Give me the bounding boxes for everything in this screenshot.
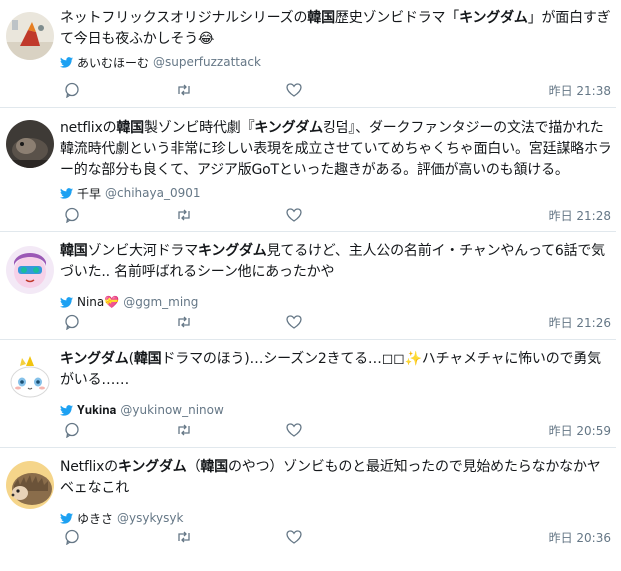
avatar[interactable] [6,352,54,400]
tweet-text: Netflixのキングダム（韓国のやつ）ゾンビものと最近知ったので見始めたらなか… [60,459,601,496]
tweet-timestamp[interactable]: 昨日 20:36 [549,529,611,546]
reply-icon[interactable] [64,207,80,223]
tweet-timestamp[interactable]: 昨日 21:38 [549,82,611,99]
tweet-actions: 昨日 20:36 [60,527,611,547]
heart-icon[interactable] [286,207,302,223]
author-name[interactable]: 𝐘𝐮𝐤𝐢𝐧𝐚 [77,403,116,418]
tweet-timestamp[interactable]: 昨日 21:26 [549,314,611,331]
twitter-bird-icon [60,404,73,416]
twitter-bird-icon [60,512,73,524]
author-name[interactable]: Nina💝 [77,295,119,309]
avatar[interactable] [6,246,54,294]
retweet-icon[interactable] [176,82,192,98]
tweet-text: キングダム(韓国ドラマのほう)…シーズン2きてる…◻◻✨ハチャメチャに怖いので勇… [60,351,601,388]
author-handle[interactable]: @ysykysyk [117,511,183,525]
retweet-icon[interactable] [176,314,192,330]
tweet-author: 千早 @chihaya_0901 [60,184,613,202]
tweet-feed: ネットフリックスオリジナルシリーズの韓国歴史ゾンビドラマ「キングダム」が面白すぎ… [0,0,621,571]
author-name[interactable]: ゆきさ [77,510,113,527]
tweet-text: ネットフリックスオリジナルシリーズの韓国歴史ゾンビドラマ「キングダム」が面白すぎ… [60,10,611,47]
tweet-author: ゆきさ @ysykysyk [60,509,613,527]
reply-icon[interactable] [64,314,80,330]
tweet-actions: 昨日 20:59 [60,420,611,440]
avatar[interactable] [6,120,54,168]
tweet-timestamp[interactable]: 昨日 21:28 [549,207,611,224]
twitter-bird-icon [60,187,73,199]
reply-icon[interactable] [64,82,80,98]
tweet-timestamp[interactable]: 昨日 20:59 [549,422,611,439]
author-name[interactable]: あいむほーむ [77,54,149,71]
author-handle[interactable]: @superfuzzattack [153,55,261,69]
tweet-item[interactable]: netflixの韓国製ゾンビ時代劇『キングダム킹덤』、ダークファンタジーの文法で… [0,108,621,232]
retweet-icon[interactable] [176,422,192,438]
avatar[interactable] [6,12,54,60]
twitter-bird-icon [60,296,73,308]
reply-icon[interactable] [64,529,80,545]
tweet-actions: 昨日 21:28 [60,205,611,225]
retweet-icon[interactable] [176,207,192,223]
retweet-icon[interactable] [176,529,192,545]
tweet-item[interactable]: ネットフリックスオリジナルシリーズの韓国歴史ゾンビドラマ「キングダム」が面白すぎ… [0,0,621,108]
author-name[interactable]: 千早 [77,185,101,202]
tweet-text: netflixの韓国製ゾンビ時代劇『キングダム킹덤』、ダークファンタジーの文法で… [60,120,612,178]
tweet-actions: 昨日 21:26 [60,312,611,332]
author-handle[interactable]: @yukinow_ninow [120,403,223,417]
heart-icon[interactable] [286,422,302,438]
tweet-item[interactable]: キングダム(韓国ドラマのほう)…シーズン2きてる…◻◻✨ハチャメチャに怖いので勇… [0,340,621,448]
tweet-item[interactable]: Netflixのキングダム（韓国のやつ）ゾンビものと最近知ったので見始めたらなか… [0,448,621,571]
tweet-actions: 昨日 21:38 [60,80,611,100]
tweet-author: Nina💝 @ggm_ming [60,293,613,311]
heart-icon[interactable] [286,314,302,330]
author-handle[interactable]: @ggm_ming [123,295,198,309]
tweet-author: あいむほーむ @superfuzzattack [60,53,613,71]
heart-icon[interactable] [286,82,302,98]
heart-icon[interactable] [286,529,302,545]
twitter-bird-icon [60,56,73,68]
author-handle[interactable]: @chihaya_0901 [105,186,201,200]
avatar[interactable] [6,461,54,509]
tweet-text: 韓国ゾンビ大河ドラマキングダム見てるけど、主人公の名前イ・チャンやんって6話で気… [60,243,605,280]
tweet-item[interactable]: 韓国ゾンビ大河ドラマキングダム見てるけど、主人公の名前イ・チャンやんって6話で気… [0,232,621,340]
tweet-author: 𝐘𝐮𝐤𝐢𝐧𝐚 @yukinow_ninow [60,401,613,419]
reply-icon[interactable] [64,422,80,438]
